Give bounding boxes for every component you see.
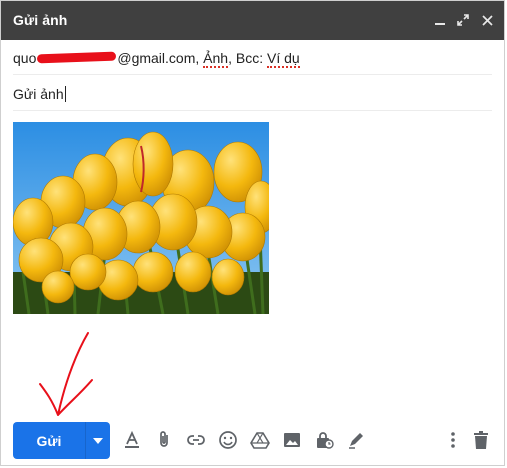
- bcc-label: , Bcc:: [228, 50, 267, 66]
- emoji-icon[interactable]: [217, 429, 239, 451]
- tulips-photo: [13, 122, 269, 314]
- photo-icon[interactable]: [281, 429, 303, 451]
- send-button[interactable]: Gửi: [13, 422, 85, 459]
- recipient-token-vidu[interactable]: Ví dụ: [266, 50, 300, 68]
- message-body-image[interactable]: [13, 122, 269, 314]
- send-options-icon[interactable]: [86, 422, 110, 459]
- text-caret: [64, 86, 66, 102]
- recipient-suffix: @gmail.com,: [117, 50, 204, 66]
- more-options-icon[interactable]: [442, 429, 464, 451]
- recipient-prefix: quo: [13, 50, 37, 66]
- expand-icon[interactable]: [454, 11, 472, 29]
- recipient-token-anh[interactable]: Ảnh: [203, 50, 229, 68]
- close-icon[interactable]: [478, 11, 496, 29]
- confidential-icon[interactable]: [313, 429, 335, 451]
- minimize-icon[interactable]: [431, 11, 449, 29]
- drive-icon[interactable]: [249, 429, 271, 451]
- send-button-group: Gửi: [13, 422, 110, 459]
- signature-icon[interactable]: [345, 429, 367, 451]
- subject-value: Gửi ảnh: [13, 86, 64, 102]
- attach-icon[interactable]: [153, 429, 175, 451]
- subject-field[interactable]: Gửi ảnh: [13, 75, 492, 111]
- format-text-icon[interactable]: [121, 429, 143, 451]
- compose-toolbar: Gửi: [1, 421, 504, 461]
- compose-window: Gửi ảnh quo @gmail.com, Ảnh, Bcc: Ví dụ G…: [0, 0, 505, 466]
- compose-title: Gửi ảnh: [13, 12, 68, 28]
- recipients-field[interactable]: quo @gmail.com, Ảnh, Bcc: Ví dụ: [13, 41, 492, 75]
- compose-titlebar[interactable]: Gửi ảnh: [1, 1, 504, 40]
- redaction-mark: [37, 51, 117, 64]
- link-icon[interactable]: [185, 429, 207, 451]
- discard-icon[interactable]: [470, 429, 492, 451]
